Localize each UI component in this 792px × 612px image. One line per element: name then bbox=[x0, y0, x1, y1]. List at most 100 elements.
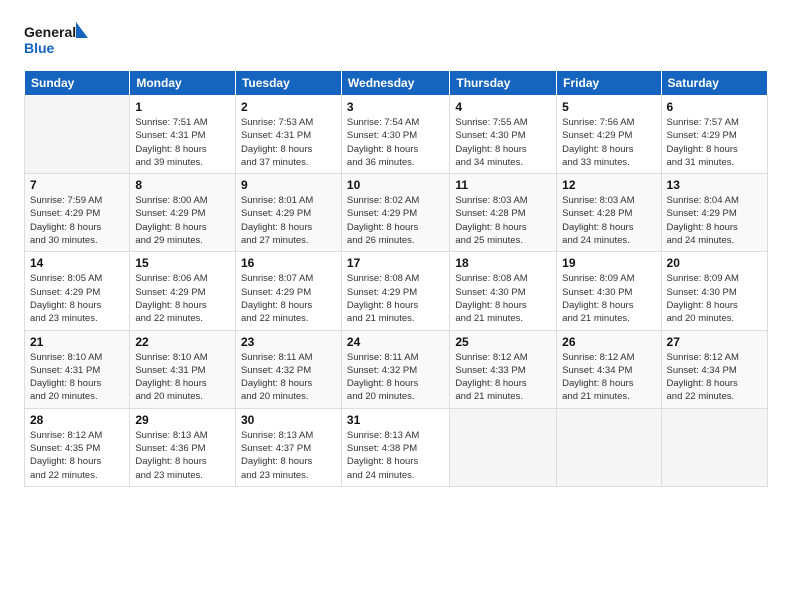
cell-5-6 bbox=[557, 408, 661, 486]
day-number: 10 bbox=[347, 178, 444, 192]
logo-svg: GeneralBlue bbox=[24, 20, 89, 60]
day-info: Sunrise: 7:56 AMSunset: 4:29 PMDaylight:… bbox=[562, 116, 655, 169]
week-row-4: 21 Sunrise: 8:10 AMSunset: 4:31 PMDayligh… bbox=[25, 330, 768, 408]
col-header-monday: Monday bbox=[130, 71, 236, 96]
calendar-table: SundayMondayTuesdayWednesdayThursdayFrid… bbox=[24, 70, 768, 487]
col-header-thursday: Thursday bbox=[450, 71, 557, 96]
day-number: 23 bbox=[241, 335, 336, 349]
day-info: Sunrise: 7:57 AMSunset: 4:29 PMDaylight:… bbox=[667, 116, 762, 169]
day-info: Sunrise: 8:02 AMSunset: 4:29 PMDaylight:… bbox=[347, 194, 444, 247]
day-info: Sunrise: 8:09 AMSunset: 4:30 PMDaylight:… bbox=[562, 272, 655, 325]
day-info: Sunrise: 8:08 AMSunset: 4:30 PMDaylight:… bbox=[455, 272, 551, 325]
day-number: 30 bbox=[241, 413, 336, 427]
cell-4-7: 27Sunrise: 8:12 AMSunset: 4:34 PMDayligh… bbox=[661, 330, 767, 408]
week-row-1: 1 Sunrise: 7:51 AMSunset: 4:31 PMDaylight… bbox=[25, 96, 768, 174]
day-info: Sunrise: 8:10 AMSunset: 4:31 PMDaylight:… bbox=[30, 351, 124, 404]
day-number: 4 bbox=[455, 100, 551, 114]
cell-3-2: 15Sunrise: 8:06 AMSunset: 4:29 PMDayligh… bbox=[130, 252, 236, 330]
day-info: Sunrise: 8:08 AMSunset: 4:29 PMDaylight:… bbox=[347, 272, 444, 325]
day-number: 26 bbox=[562, 335, 655, 349]
day-number: 2 bbox=[241, 100, 336, 114]
day-number: 20 bbox=[667, 256, 762, 270]
day-number: 18 bbox=[455, 256, 551, 270]
cell-3-5: 18 Sunrise: 8:08 AMSunset: 4:30 PMDayligh… bbox=[450, 252, 557, 330]
cell-2-5: 11 Sunrise: 8:03 AMSunset: 4:28 PMDayligh… bbox=[450, 174, 557, 252]
cell-1-7: 6 Sunrise: 7:57 AMSunset: 4:29 PMDaylight… bbox=[661, 96, 767, 174]
day-number: 25 bbox=[455, 335, 551, 349]
day-number: 22 bbox=[135, 335, 230, 349]
cell-4-5: 25 Sunrise: 8:12 AMSunset: 4:33 PMDayligh… bbox=[450, 330, 557, 408]
cell-2-1: 7Sunrise: 7:59 AMSunset: 4:29 PMDaylight… bbox=[25, 174, 130, 252]
day-number: 28 bbox=[30, 413, 124, 427]
cell-3-3: 16 Sunrise: 8:07 AMSunset: 4:29 PMDayligh… bbox=[235, 252, 341, 330]
cell-2-2: 8Sunrise: 8:00 AMSunset: 4:29 PMDaylight… bbox=[130, 174, 236, 252]
day-number: 6 bbox=[667, 100, 762, 114]
day-info: Sunrise: 7:53 AMSunset: 4:31 PMDaylight:… bbox=[241, 116, 336, 169]
cell-1-5: 4 Sunrise: 7:55 AMSunset: 4:30 PMDaylight… bbox=[450, 96, 557, 174]
cell-2-4: 10 Sunrise: 8:02 AMSunset: 4:29 PMDayligh… bbox=[341, 174, 449, 252]
day-info: Sunrise: 8:10 AMSunset: 4:31 PMDaylight:… bbox=[135, 351, 230, 404]
day-info: Sunrise: 7:55 AMSunset: 4:30 PMDaylight:… bbox=[455, 116, 551, 169]
day-number: 13 bbox=[667, 178, 762, 192]
header: GeneralBlue bbox=[24, 20, 768, 60]
cell-1-1 bbox=[25, 96, 130, 174]
cell-3-4: 17 Sunrise: 8:08 AMSunset: 4:29 PMDayligh… bbox=[341, 252, 449, 330]
day-number: 31 bbox=[347, 413, 444, 427]
day-number: 21 bbox=[30, 335, 124, 349]
day-info: Sunrise: 8:07 AMSunset: 4:29 PMDaylight:… bbox=[241, 272, 336, 325]
cell-5-2: 29 Sunrise: 8:13 AMSunset: 4:36 PMDayligh… bbox=[130, 408, 236, 486]
cell-5-5 bbox=[450, 408, 557, 486]
day-number: 19 bbox=[562, 256, 655, 270]
cell-4-3: 23 Sunrise: 8:11 AMSunset: 4:32 PMDayligh… bbox=[235, 330, 341, 408]
cell-3-7: 20 Sunrise: 8:09 AMSunset: 4:30 PMDayligh… bbox=[661, 252, 767, 330]
col-header-saturday: Saturday bbox=[661, 71, 767, 96]
day-info: Sunrise: 8:13 AMSunset: 4:38 PMDaylight:… bbox=[347, 429, 444, 482]
cell-4-4: 24 Sunrise: 8:11 AMSunset: 4:32 PMDayligh… bbox=[341, 330, 449, 408]
col-header-friday: Friday bbox=[557, 71, 661, 96]
cell-4-2: 22 Sunrise: 8:10 AMSunset: 4:31 PMDayligh… bbox=[130, 330, 236, 408]
day-number: 24 bbox=[347, 335, 444, 349]
day-number: 11 bbox=[455, 178, 551, 192]
day-number: 1 bbox=[135, 100, 230, 114]
page: GeneralBlue SundayMondayTuesdayWednesday… bbox=[0, 0, 792, 612]
day-info: Sunrise: 8:13 AMSunset: 4:36 PMDaylight:… bbox=[135, 429, 230, 482]
cell-1-4: 3Sunrise: 7:54 AMSunset: 4:30 PMDaylight… bbox=[341, 96, 449, 174]
day-info: Sunrise: 8:03 AMSunset: 4:28 PMDaylight:… bbox=[455, 194, 551, 247]
cell-4-1: 21 Sunrise: 8:10 AMSunset: 4:31 PMDayligh… bbox=[25, 330, 130, 408]
day-info: Sunrise: 7:59 AMSunset: 4:29 PMDaylight:… bbox=[30, 194, 124, 247]
day-info: Sunrise: 8:12 AMSunset: 4:34 PMDaylight:… bbox=[667, 351, 762, 404]
svg-text:General: General bbox=[24, 24, 76, 40]
day-info: Sunrise: 7:51 AMSunset: 4:31 PMDaylight:… bbox=[135, 116, 230, 169]
day-info: Sunrise: 8:11 AMSunset: 4:32 PMDaylight:… bbox=[347, 351, 444, 404]
col-header-tuesday: Tuesday bbox=[235, 71, 341, 96]
day-info: Sunrise: 8:05 AMSunset: 4:29 PMDaylight:… bbox=[30, 272, 124, 325]
day-info: Sunrise: 8:12 AMSunset: 4:35 PMDaylight:… bbox=[30, 429, 124, 482]
svg-text:Blue: Blue bbox=[24, 40, 55, 56]
cell-5-4: 31 Sunrise: 8:13 AMSunset: 4:38 PMDayligh… bbox=[341, 408, 449, 486]
day-number: 17 bbox=[347, 256, 444, 270]
day-info: Sunrise: 8:13 AMSunset: 4:37 PMDaylight:… bbox=[241, 429, 336, 482]
day-number: 3 bbox=[347, 100, 444, 114]
day-number: 8 bbox=[135, 178, 230, 192]
logo: GeneralBlue bbox=[24, 20, 89, 60]
cell-1-3: 2 Sunrise: 7:53 AMSunset: 4:31 PMDaylight… bbox=[235, 96, 341, 174]
day-info: Sunrise: 8:12 AMSunset: 4:33 PMDaylight:… bbox=[455, 351, 551, 404]
day-number: 29 bbox=[135, 413, 230, 427]
week-row-3: 14Sunrise: 8:05 AMSunset: 4:29 PMDayligh… bbox=[25, 252, 768, 330]
week-row-2: 7Sunrise: 7:59 AMSunset: 4:29 PMDaylight… bbox=[25, 174, 768, 252]
cell-5-7 bbox=[661, 408, 767, 486]
cell-5-3: 30 Sunrise: 8:13 AMSunset: 4:37 PMDayligh… bbox=[235, 408, 341, 486]
day-info: Sunrise: 8:12 AMSunset: 4:34 PMDaylight:… bbox=[562, 351, 655, 404]
day-info: Sunrise: 8:11 AMSunset: 4:32 PMDaylight:… bbox=[241, 351, 336, 404]
day-info: Sunrise: 8:06 AMSunset: 4:29 PMDaylight:… bbox=[135, 272, 230, 325]
day-info: Sunrise: 8:01 AMSunset: 4:29 PMDaylight:… bbox=[241, 194, 336, 247]
day-info: Sunrise: 8:09 AMSunset: 4:30 PMDaylight:… bbox=[667, 272, 762, 325]
day-number: 16 bbox=[241, 256, 336, 270]
cell-2-6: 12Sunrise: 8:03 AMSunset: 4:28 PMDayligh… bbox=[557, 174, 661, 252]
day-info: Sunrise: 8:03 AMSunset: 4:28 PMDaylight:… bbox=[562, 194, 655, 247]
cell-1-2: 1 Sunrise: 7:51 AMSunset: 4:31 PMDaylight… bbox=[130, 96, 236, 174]
week-row-5: 28 Sunrise: 8:12 AMSunset: 4:35 PMDayligh… bbox=[25, 408, 768, 486]
day-number: 5 bbox=[562, 100, 655, 114]
header-row: SundayMondayTuesdayWednesdayThursdayFrid… bbox=[25, 71, 768, 96]
day-number: 9 bbox=[241, 178, 336, 192]
